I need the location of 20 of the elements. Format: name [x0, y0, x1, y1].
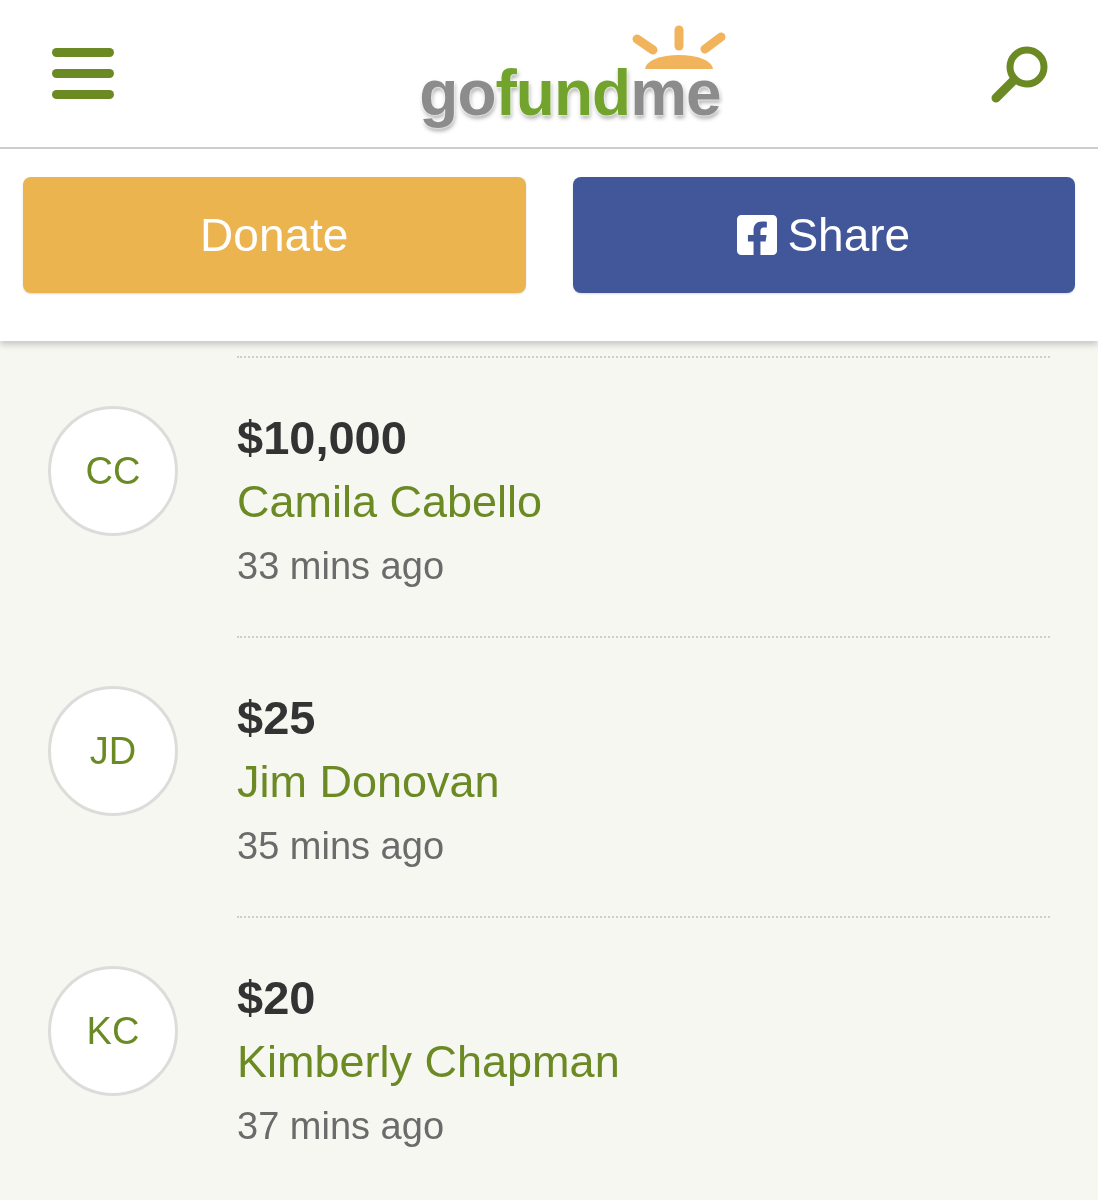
- donation-amount: $20: [237, 970, 317, 1026]
- donate-button[interactable]: Donate: [23, 177, 526, 293]
- donor-avatar: JD: [48, 686, 178, 816]
- donation-time: 33 mins ago: [237, 544, 445, 589]
- donation-amount: $25: [237, 690, 317, 746]
- donor-avatar: CC: [48, 406, 178, 536]
- sun-icon: [630, 24, 727, 69]
- donor-name: Jim Donovan: [237, 755, 501, 809]
- facebook-icon: [737, 215, 778, 255]
- donor-name: Kimberly Chapman: [237, 1035, 621, 1089]
- donation-time: 37 mins ago: [237, 1104, 445, 1149]
- donation-time: 35 mins ago: [237, 824, 445, 869]
- donor-name: Camila Cabello: [237, 475, 544, 529]
- menu-button[interactable]: [52, 48, 114, 99]
- share-button[interactable]: Share: [572, 177, 1075, 293]
- donor-avatar: KC: [48, 966, 178, 1096]
- donation-amount: $10,000: [237, 410, 408, 466]
- search-button[interactable]: [990, 44, 1050, 103]
- menu-icon: [52, 48, 114, 99]
- search-icon: [990, 44, 1050, 103]
